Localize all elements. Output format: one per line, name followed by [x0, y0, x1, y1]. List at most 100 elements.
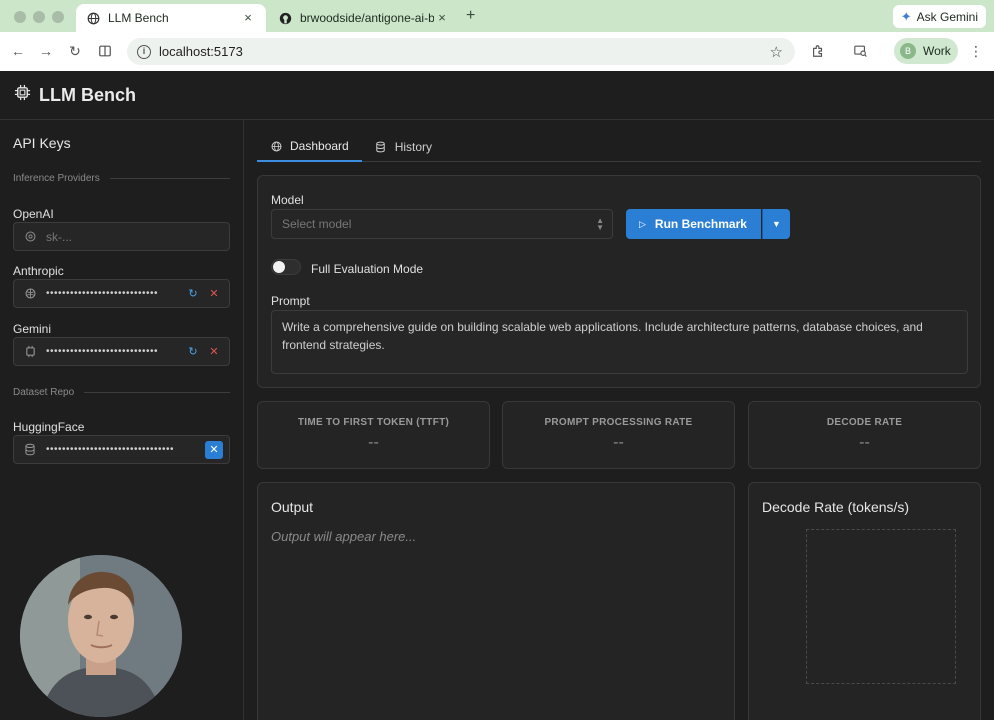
gemini-key-input[interactable]: •••••••••••••••••••••••••••• ↻ ✕	[13, 337, 230, 366]
browser-tab-llm-bench[interactable]: LLM Bench ×	[76, 4, 266, 32]
section-divider-dataset: Dataset Repo	[13, 387, 230, 398]
stat-value: --	[859, 434, 870, 451]
window-zoom-control[interactable]	[52, 11, 64, 23]
profile-button[interactable]: B Work	[894, 38, 958, 64]
tab-label: Dashboard	[290, 139, 349, 153]
globe-icon	[86, 11, 100, 25]
stat-value: --	[613, 434, 624, 451]
anthropic-label: Anthropic	[13, 264, 64, 278]
section-divider-providers: Inference Providers	[13, 173, 230, 184]
main-panel: Dashboard History Model Select model ▲ ▼ …	[244, 120, 994, 720]
stat-label: DECODE RATE	[826, 417, 903, 428]
chip-icon	[23, 345, 37, 359]
webcam-person-image	[20, 555, 182, 717]
gemini-label: Gemini	[13, 322, 52, 336]
huggingface-key-masked: ••••••••••••••••••••••••••••••••	[46, 444, 175, 455]
full-evaluation-label: Full Evaluation Mode	[311, 262, 424, 276]
tab-history[interactable]: History	[362, 132, 445, 162]
url-text: localhost:5173	[159, 44, 243, 59]
browser-toolbar: ← → ↻ i localhost:5173 ☆ B Work ⋮	[0, 32, 994, 71]
run-benchmark-button[interactable]: ▷ Run Benchmark	[626, 209, 761, 239]
brain-icon	[23, 287, 37, 301]
clear-key-icon[interactable]: ✕	[205, 440, 223, 459]
extensions-icon[interactable]	[809, 42, 827, 60]
prompt-rate-stat-card: PROMPT PROCESSING RATE --	[502, 401, 735, 469]
webcam-overlay	[20, 555, 182, 717]
huggingface-label: HuggingFace	[13, 420, 85, 434]
close-tab-icon[interactable]: ×	[434, 10, 450, 26]
forward-arrow-icon[interactable]: →	[37, 42, 55, 60]
tab-search-icon[interactable]	[851, 42, 869, 60]
decode-rate-chart-card: Decode Rate (tokens/s)	[748, 482, 981, 720]
view-tabs: Dashboard History	[257, 132, 981, 162]
run-benchmark-label: Run Benchmark	[654, 217, 747, 231]
app-header: LLM Bench	[0, 71, 994, 120]
cpu-chip-icon	[14, 84, 31, 106]
output-placeholder: Output will appear here...	[271, 529, 417, 544]
browser-chrome: LLM Bench × brwoodside/antigone-ai-benc …	[0, 0, 994, 71]
anthropic-key-input[interactable]: •••••••••••••••••••••••••••• ↻ ✕	[13, 279, 230, 308]
model-select[interactable]: Select model ▲ ▼	[271, 209, 613, 239]
model-label: Model	[271, 193, 304, 207]
anthropic-key-masked: ••••••••••••••••••••••••••••	[46, 288, 159, 299]
ttft-stat-card: TIME TO FIRST TOKEN (TTFT) --	[257, 401, 490, 469]
window-minimize-control[interactable]	[33, 11, 45, 23]
browser-tab-github[interactable]: brwoodside/antigone-ai-benc ×	[268, 4, 460, 32]
ask-gemini-label: Ask Gemini	[916, 9, 978, 24]
refresh-icon[interactable]: ↻	[184, 343, 202, 361]
clear-key-icon[interactable]: ✕	[205, 285, 223, 303]
play-icon: ▷	[639, 218, 646, 229]
sparkle-icon: ✦	[900, 8, 912, 24]
openai-label: OpenAI	[13, 207, 54, 221]
stat-label: TIME TO FIRST TOKEN (TTFT)	[297, 417, 450, 428]
more-menu-icon[interactable]: ⋮	[967, 42, 985, 60]
prompt-label: Prompt	[271, 294, 310, 308]
output-title: Output	[271, 499, 314, 515]
section-label: Inference Providers	[13, 173, 100, 184]
openai-key-placeholder: sk-...	[46, 229, 72, 244]
ask-gemini-button[interactable]: ✦ Ask Gemini	[892, 5, 986, 28]
chart-plot-area	[806, 529, 956, 684]
model-select-placeholder: Select model	[282, 217, 352, 231]
database-icon	[23, 443, 37, 457]
openai-key-input[interactable]: sk-...	[13, 222, 230, 251]
refresh-icon[interactable]: ↻	[184, 285, 202, 303]
back-arrow-icon[interactable]: ←	[9, 42, 27, 60]
stat-label: PROMPT PROCESSING RATE	[544, 417, 693, 428]
decode-rate-stat-card: DECODE RATE --	[748, 401, 981, 469]
stat-value: --	[368, 434, 379, 451]
prompt-textarea[interactable]: Write a comprehensive guide on building …	[271, 310, 968, 374]
toggle-knob	[273, 261, 285, 273]
chevron-down-icon: ▼	[772, 219, 781, 229]
avatar: B	[900, 43, 916, 59]
browser-tab-bar: LLM Bench × brwoodside/antigone-ai-benc …	[0, 0, 994, 32]
tab-label: History	[394, 140, 433, 154]
full-evaluation-toggle[interactable]	[271, 259, 301, 275]
output-card: Output Output will appear here...	[257, 482, 735, 720]
clear-key-icon[interactable]: ✕	[205, 343, 223, 361]
browser-tab-title: brwoodside/antigone-ai-benc	[300, 11, 434, 25]
huggingface-key-input[interactable]: •••••••••••••••••••••••••••••••• ✕	[13, 435, 230, 464]
run-options-dropdown[interactable]: ▼	[762, 209, 790, 239]
app-title: LLM Bench	[39, 84, 136, 105]
benchmark-config-card: Model Select model ▲ ▼ ▷ Run Benchmark ▼ …	[257, 175, 981, 388]
profile-label: Work	[923, 44, 951, 58]
split-view-icon[interactable]	[96, 42, 114, 60]
site-info-icon[interactable]: i	[137, 44, 151, 59]
bookmark-star-icon[interactable]: ☆	[770, 43, 783, 61]
gauge-icon	[270, 140, 282, 152]
new-tab-button[interactable]: +	[466, 7, 475, 25]
database-icon	[375, 141, 387, 153]
chart-title: Decode Rate (tokens/s)	[762, 499, 910, 515]
tab-dashboard[interactable]: Dashboard	[257, 132, 362, 162]
reload-icon[interactable]: ↻	[66, 42, 84, 60]
window-close-control[interactable]	[14, 11, 26, 23]
app-root: LLM Bench API Keys Inference Providers O…	[0, 71, 994, 720]
openai-logo-icon	[23, 230, 37, 244]
close-tab-icon[interactable]: ×	[240, 10, 256, 26]
address-bar[interactable]: i localhost:5173 ☆	[127, 38, 795, 65]
browser-tab-title: LLM Bench	[108, 11, 169, 25]
github-icon	[278, 11, 292, 25]
section-label: Dataset Repo	[13, 387, 75, 398]
sidebar-title: API Keys	[13, 135, 71, 151]
